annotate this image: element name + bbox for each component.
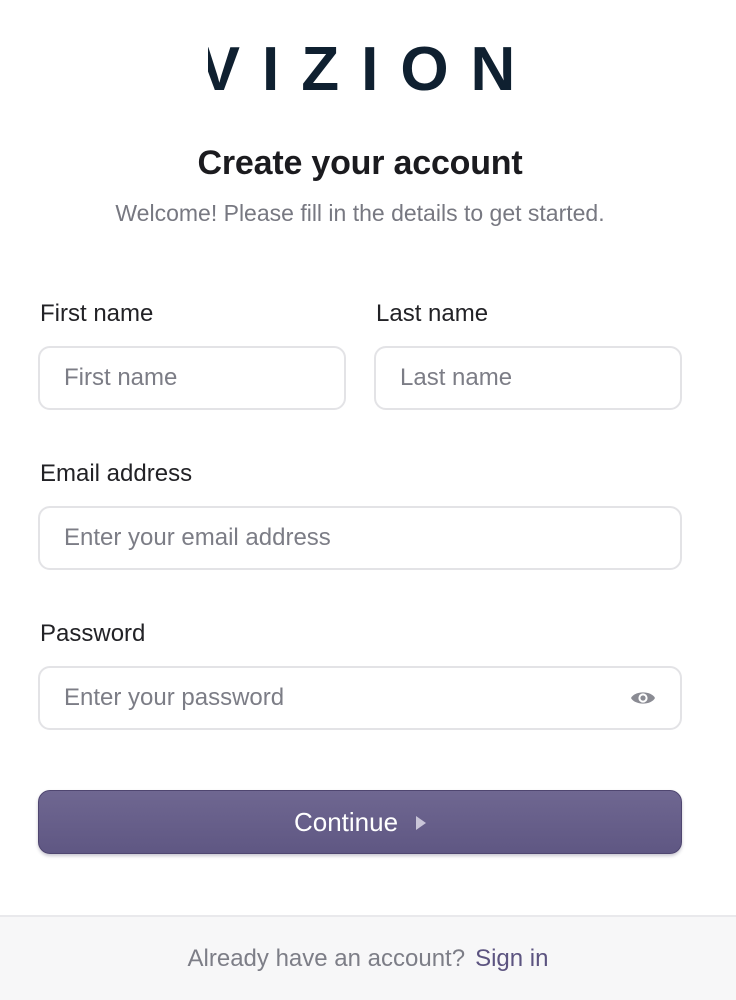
- signup-page: VIZION Create your account Welcome! Plea…: [0, 0, 736, 1000]
- page-subtitle: Welcome! Please fill in the details to g…: [115, 200, 605, 226]
- sign-in-link[interactable]: Sign in: [475, 945, 548, 973]
- caret-right-icon: [416, 815, 427, 830]
- last-name-field[interactable]: [374, 346, 682, 410]
- email-input[interactable]: [40, 508, 680, 568]
- email-label: Email address: [40, 460, 193, 487]
- last-name-input[interactable]: [376, 348, 680, 408]
- vizion-logo: VIZION: [0, 36, 736, 102]
- first-name-field[interactable]: [38, 346, 346, 410]
- footer: Already have an account? Sign in: [0, 915, 736, 1000]
- logo-text: VIZION: [208, 42, 528, 96]
- show-password-toggle[interactable]: [628, 686, 658, 710]
- eye-icon: [631, 692, 655, 704]
- page-title: Create your account: [197, 144, 523, 182]
- last-name-label: Last name: [376, 300, 489, 327]
- email-field[interactable]: [38, 506, 682, 570]
- password-input[interactable]: [40, 668, 680, 728]
- continue-button[interactable]: Continue: [38, 790, 682, 854]
- password-field[interactable]: [38, 666, 682, 730]
- logo-wordmark: VIZION: [208, 42, 528, 96]
- continue-button-label: Continue: [293, 806, 399, 837]
- footer-text: Already have an account?: [187, 944, 466, 972]
- first-name-label: First name: [40, 300, 154, 327]
- first-name-input[interactable]: [40, 348, 344, 408]
- password-label: Password: [40, 620, 146, 647]
